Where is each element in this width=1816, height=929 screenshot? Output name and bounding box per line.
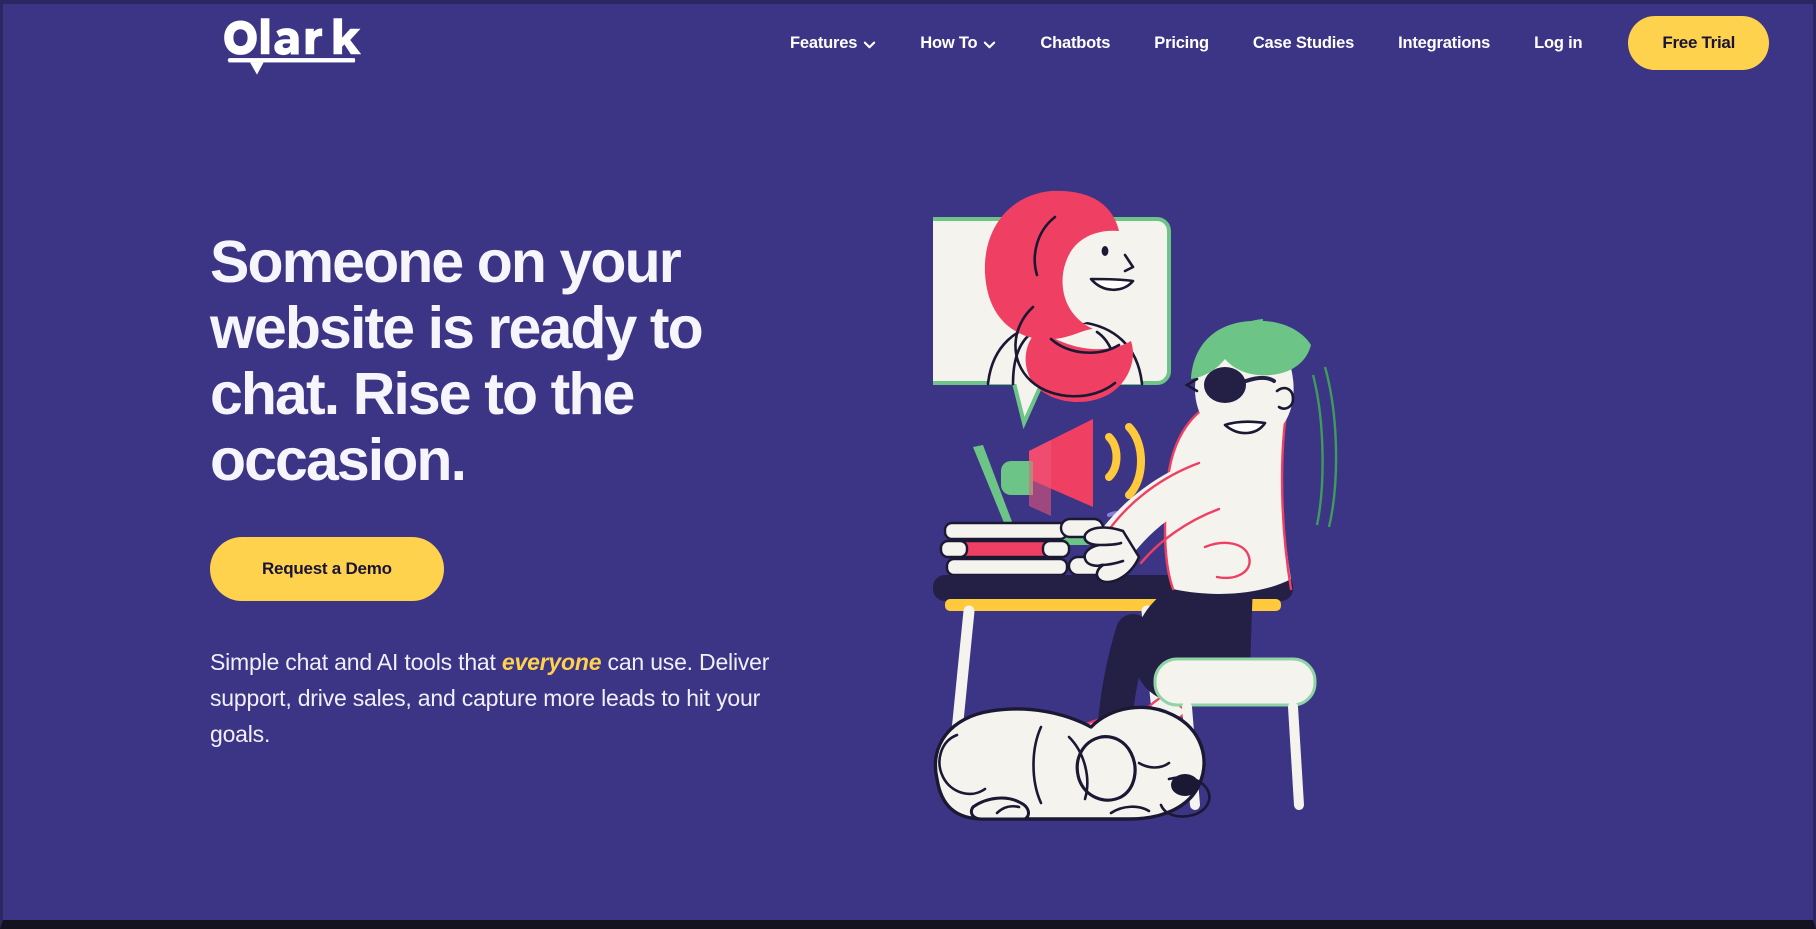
nav-item-label: Features [790, 33, 858, 52]
nav-item-label: Pricing [1154, 33, 1209, 52]
chevron-down-icon [983, 38, 996, 51]
nav-item-chatbots[interactable]: Chatbots [1018, 24, 1132, 63]
hero-page: Features How To Chatbots Pricing Case St… [0, 0, 1816, 929]
request-demo-button[interactable]: Request a Demo [210, 537, 444, 602]
hero-illustration: .ln { fill:none; stroke:#1b1833; stroke-… [933, 179, 1593, 869]
nav-item-label: How To [920, 33, 978, 52]
hero-subtext: Simple chat and AI tools that everyone c… [210, 645, 770, 753]
olark-logo[interactable] [221, 17, 361, 75]
subtext-lead: Simple chat and AI tools that [210, 649, 502, 676]
nav-item-integrations[interactable]: Integrations [1376, 24, 1512, 63]
nav-item-label: Chatbots [1040, 33, 1111, 52]
nav-item-log-in[interactable]: Log in [1512, 24, 1604, 63]
nav-item-label: Case Studies [1252, 33, 1355, 52]
sleeping-dog [933, 705, 1211, 821]
nav-item-how-to[interactable]: How To [898, 24, 1018, 63]
subtext-highlight: everyone [501, 649, 602, 676]
nav-links: Features How To Chatbots Pricing Case St… [768, 16, 1769, 70]
nav-item-pricing[interactable]: Pricing [1132, 24, 1231, 63]
page-title: Someone on your website is ready to chat… [210, 229, 704, 494]
nav-item-case-studies[interactable]: Case Studies [1231, 24, 1376, 63]
nav-item-features[interactable]: Features [768, 24, 898, 63]
nav-item-label: Integrations [1398, 33, 1491, 52]
megaphone-icon [1001, 419, 1145, 516]
free-trial-button[interactable]: Free Trial [1628, 16, 1769, 70]
hero-content: Someone on your website is ready to chat… [210, 229, 810, 753]
chevron-down-icon [863, 38, 876, 51]
nav-item-label: Log in [1534, 33, 1583, 52]
main-navigation: Features How To Chatbots Pricing Case St… [3, 4, 1813, 82]
